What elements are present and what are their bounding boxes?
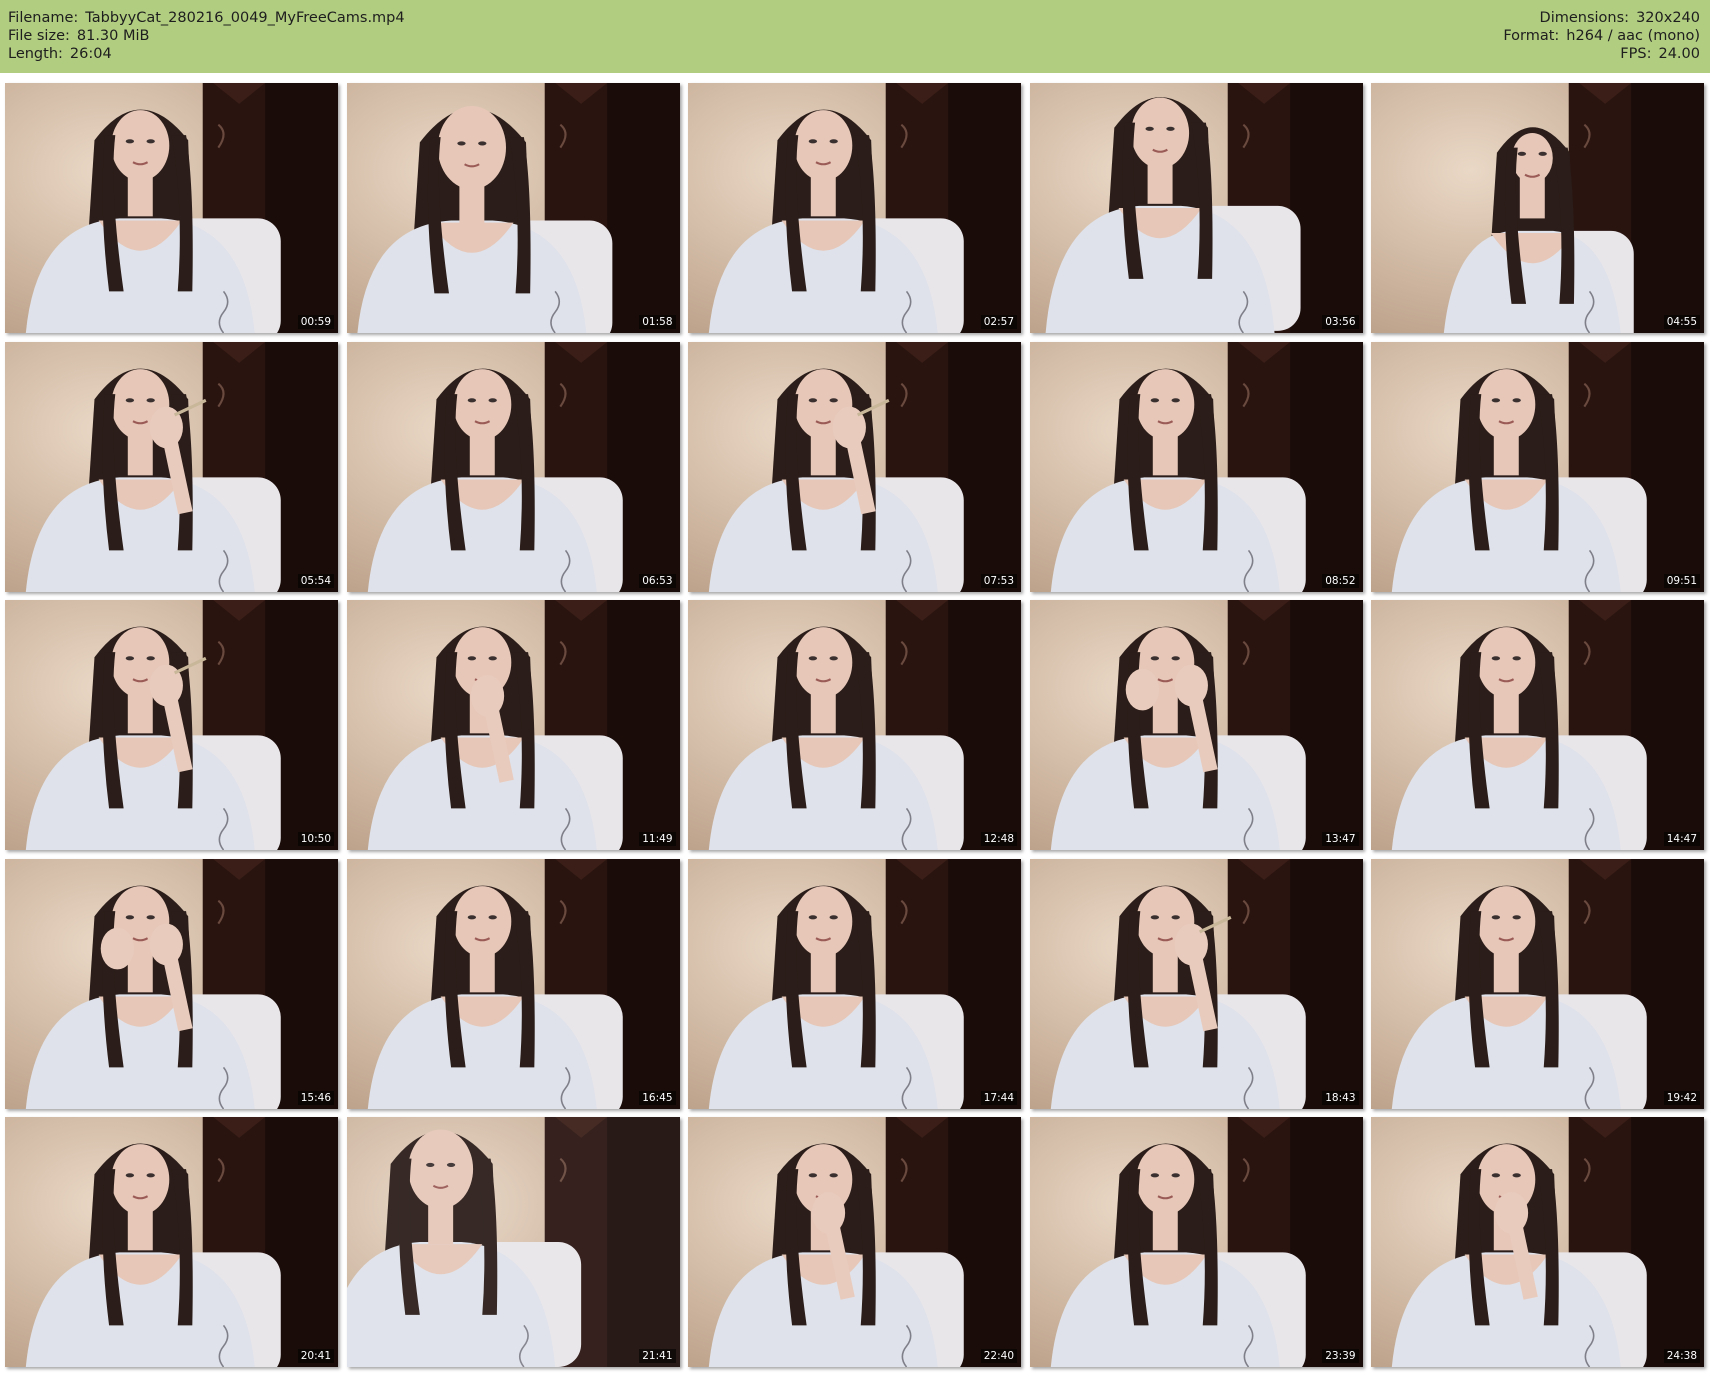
video-thumbnail: 09:51 bbox=[1371, 341, 1704, 592]
video-thumbnail: 14:47 bbox=[1371, 600, 1704, 850]
thumbnail-timestamp: 15:46 bbox=[297, 1090, 334, 1105]
video-thumbnail: 01:58 bbox=[346, 83, 680, 333]
format-value: h264 / aac (mono) bbox=[1566, 28, 1700, 44]
thumbnail-frame-image bbox=[1029, 83, 1363, 333]
thumbnail-frame-image bbox=[346, 858, 680, 1109]
thumbnail-grid: 00:59 01:58 02:57 03:56 04:55 05:54 06:53 07:53… bbox=[5, 83, 1705, 1368]
thumbnail-timestamp: 06:53 bbox=[639, 573, 676, 588]
length-value: 26:04 bbox=[69, 46, 112, 62]
video-thumbnail: 04:55 bbox=[1371, 83, 1704, 333]
dimensions-row: Dimensions: 320x240 bbox=[1503, 9, 1700, 27]
thumbnail-frame-image bbox=[346, 83, 680, 333]
filename-row: Filename: TabbyyCat_280216_0049_MyFreeCam… bbox=[8, 9, 405, 27]
thumbnail-frame-image bbox=[1371, 1117, 1704, 1367]
thumbnail-timestamp: 16:45 bbox=[639, 1090, 676, 1105]
thumbnail-frame-image bbox=[1371, 600, 1704, 850]
video-thumbnail: 16:45 bbox=[346, 858, 680, 1109]
video-thumbnail: 00:59 bbox=[5, 83, 338, 333]
thumbnail-timestamp: 24:38 bbox=[1663, 1349, 1700, 1363]
thumbnail-timestamp: 07:53 bbox=[980, 573, 1017, 588]
video-thumbnail: 20:41 bbox=[5, 1117, 338, 1367]
thumbnail-timestamp: 01:58 bbox=[639, 315, 676, 329]
thumbnail-timestamp: 17:44 bbox=[980, 1090, 1017, 1105]
thumbnail-frame-image bbox=[1371, 858, 1704, 1109]
thumbnail-frame-image bbox=[5, 600, 338, 850]
thumbnail-timestamp: 20:41 bbox=[297, 1349, 334, 1363]
thumbnail-timestamp: 18:43 bbox=[1322, 1090, 1359, 1105]
video-thumbnail: 19:42 bbox=[1371, 858, 1704, 1109]
thumbnail-frame-image bbox=[1029, 341, 1363, 592]
filesize-value: 81.30 MiB bbox=[76, 28, 150, 44]
filesize-label: File size: bbox=[8, 28, 70, 44]
video-thumbnail: 15:46 bbox=[5, 858, 338, 1109]
video-thumbnail: 24:38 bbox=[1371, 1117, 1704, 1367]
thumbnail-frame-image bbox=[1029, 600, 1363, 850]
length-label: Length: bbox=[8, 46, 63, 62]
thumbnail-timestamp: 12:48 bbox=[980, 832, 1017, 846]
dimensions-value: 320x240 bbox=[1636, 10, 1700, 26]
thumbnail-timestamp: 03:56 bbox=[1322, 315, 1359, 329]
thumbnail-timestamp: 11:49 bbox=[639, 832, 676, 846]
thumbnail-frame-image bbox=[688, 858, 1021, 1109]
video-thumbnail: 05:54 bbox=[5, 341, 338, 592]
thumbnail-frame-image bbox=[346, 600, 680, 850]
video-thumbnail: 18:43 bbox=[1029, 858, 1363, 1109]
video-thumbnail: 07:53 bbox=[688, 341, 1021, 592]
dimensions-label: Dimensions: bbox=[1539, 10, 1630, 26]
thumbnail-frame-image bbox=[5, 1117, 338, 1367]
thumbnail-frame-image bbox=[688, 1117, 1021, 1367]
format-label: Format: bbox=[1503, 28, 1560, 44]
length-row: Length: 26:04 bbox=[8, 45, 405, 63]
thumbnail-frame-image bbox=[5, 341, 338, 592]
thumbnail-frame-image bbox=[1371, 341, 1704, 592]
thumbnail-frame-image bbox=[688, 600, 1021, 850]
format-row: Format: h264 / aac (mono) bbox=[1503, 27, 1700, 45]
thumbnail-timestamp: 10:50 bbox=[297, 832, 334, 846]
thumbnail-frame-image bbox=[346, 341, 680, 592]
thumbnail-timestamp: 21:41 bbox=[639, 1349, 676, 1363]
video-thumbnail: 06:53 bbox=[346, 341, 680, 592]
video-thumbnail: 10:50 bbox=[5, 600, 338, 850]
video-thumbnail: 13:47 bbox=[1029, 600, 1363, 850]
video-thumbnail: 03:56 bbox=[1029, 83, 1363, 333]
thumbnail-frame-image bbox=[1371, 83, 1704, 333]
fps-value: 24.00 bbox=[1658, 46, 1700, 62]
video-thumbnail: 08:52 bbox=[1029, 341, 1363, 592]
video-thumbnail: 21:41 bbox=[346, 1117, 680, 1367]
thumbnail-timestamp: 00:59 bbox=[297, 315, 334, 329]
info-right-column: Dimensions: 320x240 Format: h264 / aac (mo… bbox=[1503, 9, 1700, 63]
thumbnail-timestamp: 04:55 bbox=[1663, 315, 1700, 329]
thumbnail-timestamp: 19:42 bbox=[1663, 1090, 1700, 1105]
fps-row: FPS: 24.00 bbox=[1503, 45, 1700, 63]
thumbnail-timestamp: 22:40 bbox=[980, 1349, 1017, 1363]
thumbnail-frame-image bbox=[5, 858, 338, 1109]
video-thumbnail: 22:40 bbox=[688, 1117, 1021, 1367]
thumbnail-frame-image bbox=[1029, 858, 1363, 1109]
thumbnail-frame-image bbox=[346, 1117, 680, 1367]
thumbnail-timestamp: 23:39 bbox=[1322, 1349, 1359, 1363]
thumbnail-timestamp: 09:51 bbox=[1663, 573, 1700, 588]
filename-value: TabbyyCat_280216_0049_MyFreeCams.mp4 bbox=[85, 10, 405, 26]
video-thumbnail: 02:57 bbox=[688, 83, 1021, 333]
thumbnail-timestamp: 14:47 bbox=[1663, 832, 1700, 846]
thumbnail-timestamp: 13:47 bbox=[1322, 832, 1359, 846]
thumbnail-timestamp: 05:54 bbox=[297, 573, 334, 588]
video-thumbnail: 11:49 bbox=[346, 600, 680, 850]
thumbnail-frame-image bbox=[5, 83, 338, 333]
thumbnail-frame-image bbox=[688, 83, 1021, 333]
video-thumbnail: 23:39 bbox=[1029, 1117, 1363, 1367]
filesize-row: File size: 81.30 MiB bbox=[8, 27, 405, 45]
thumbnail-frame-image bbox=[1029, 1117, 1363, 1367]
filename-label: Filename: bbox=[8, 10, 79, 26]
thumbnail-timestamp: 02:57 bbox=[980, 315, 1017, 329]
info-left-column: Filename: TabbyyCat_280216_0049_MyFreeCam… bbox=[8, 9, 405, 63]
video-thumbnail: 17:44 bbox=[688, 858, 1021, 1109]
video-thumbnail: 12:48 bbox=[688, 600, 1021, 850]
thumbnail-frame-image bbox=[688, 341, 1021, 592]
fps-label: FPS: bbox=[1620, 46, 1652, 62]
info-header: Filename: TabbyyCat_280216_0049_MyFreeCam… bbox=[0, 0, 1710, 73]
thumbnail-timestamp: 08:52 bbox=[1322, 573, 1359, 588]
